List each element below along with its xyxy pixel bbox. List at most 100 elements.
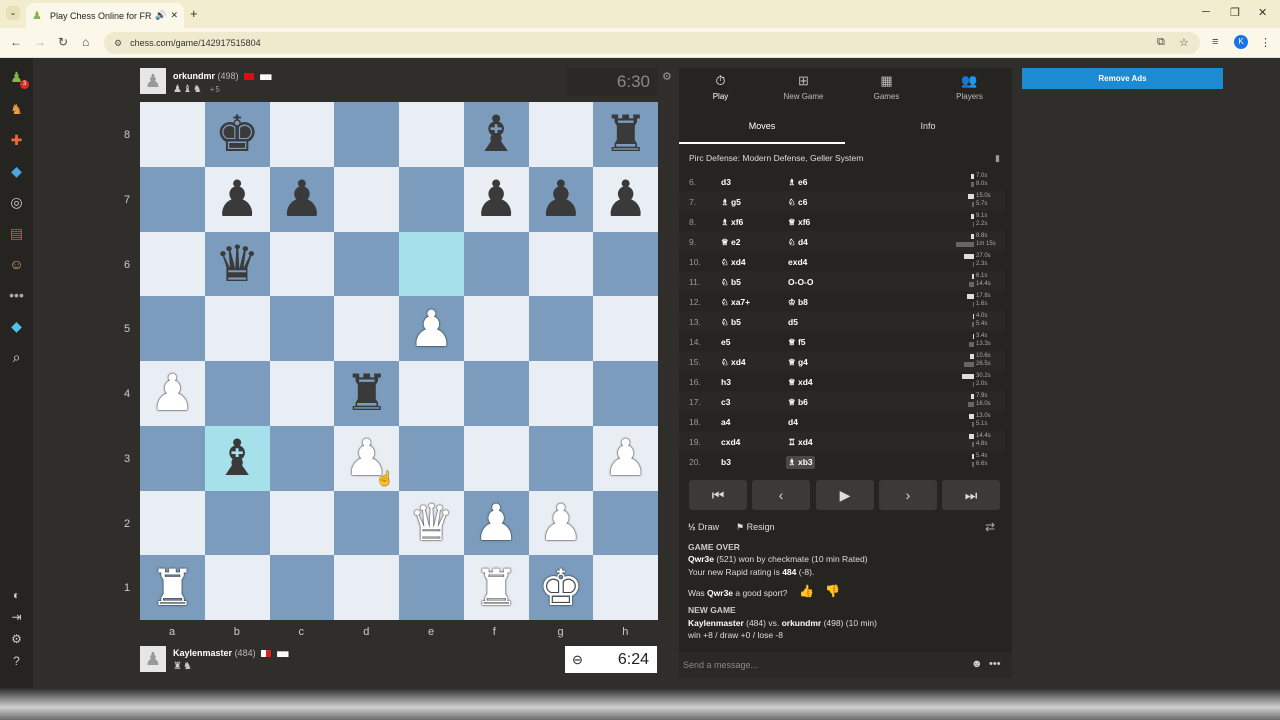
square-b4[interactable] <box>204 361 270 426</box>
square-b6[interactable]: ♛ <box>204 231 270 297</box>
square-c2[interactable] <box>269 490 335 556</box>
square-e7[interactable] <box>399 166 464 232</box>
square-c4[interactable] <box>269 361 335 426</box>
white-move[interactable]: e5 <box>721 337 730 347</box>
thumbs-up-icon[interactable]: 👍 <box>799 584 814 598</box>
square-g5[interactable] <box>528 296 594 361</box>
black-pawn-icon[interactable]: ♟ <box>215 174 260 224</box>
square-c3[interactable] <box>269 425 335 491</box>
white-move[interactable]: h3 <box>721 377 731 387</box>
browser-menu-icon[interactable]: ⋮ <box>1260 36 1271 49</box>
chess-board[interactable]: ♚ ♝ ♜ ♟ ♟ ♟ ♟ ♟ ♛ ♟ ♟ ♜ ♝ ♟ ♟ ♛ ♟ ♟ ♜ ♜ ♚ <box>140 102 658 620</box>
puzzles-icon[interactable]: ✚ <box>7 131 26 150</box>
black-move[interactable]: exd4 <box>788 257 807 267</box>
square-f7[interactable]: ♟ <box>463 166 529 232</box>
square-d2[interactable] <box>334 490 399 556</box>
chat-input[interactable]: Send a message... ☻ ••• <box>679 652 1012 678</box>
restore-icon[interactable]: ❐ <box>1230 6 1240 19</box>
square-e4[interactable] <box>399 361 464 426</box>
black-pawn-icon[interactable]: ♟ <box>603 174 648 224</box>
theme-toggle-icon[interactable]: ◐ <box>7 586 26 605</box>
new-game-player1[interactable]: Kaylenmaster <box>688 618 744 628</box>
square-d7[interactable] <box>334 166 399 232</box>
install-icon[interactable]: ⧉ <box>1157 36 1165 49</box>
profile-avatar[interactable]: K <box>1234 35 1248 49</box>
white-move[interactable]: c3 <box>721 397 730 407</box>
black-pawn-icon[interactable]: ♟ <box>538 174 583 224</box>
square-a1[interactable]: ♜ <box>140 555 205 620</box>
play-icon[interactable]: ♞ <box>7 100 26 119</box>
square-f8[interactable]: ♝ <box>463 102 529 167</box>
black-move[interactable]: ♘ c6 <box>788 197 807 208</box>
white-pawn-icon[interactable]: ♟ <box>538 498 583 548</box>
square-c6[interactable] <box>269 231 335 297</box>
black-pawn-icon[interactable]: ♟ <box>279 174 324 224</box>
play-moves-button[interactable]: ▶ <box>816 480 874 510</box>
black-pawn-icon[interactable]: ♟ <box>474 174 519 224</box>
subtab-info[interactable]: Info <box>845 114 1011 144</box>
square-b7[interactable]: ♟ <box>204 166 270 232</box>
white-move[interactable]: a4 <box>721 417 730 427</box>
white-pawn-icon[interactable]: ♟ <box>474 498 519 548</box>
square-h6[interactable] <box>593 231 658 297</box>
new-game-player2[interactable]: orkundmr <box>782 618 822 628</box>
browser-tab[interactable]: ♟ Play Chess Online for FREE 🔊 ✕ <box>26 3 184 28</box>
square-e1[interactable] <box>399 555 464 620</box>
black-move[interactable]: ♕ xf6 <box>788 217 810 228</box>
first-move-button[interactable]: ⏮ <box>689 480 747 510</box>
chat-more-icon[interactable]: ••• <box>989 658 1001 670</box>
square-e8[interactable] <box>399 102 464 167</box>
reload-icon[interactable]: ↻ <box>58 35 68 49</box>
watch-icon[interactable]: ◎ <box>7 193 26 212</box>
opening-book-icon[interactable]: ▮ <box>995 153 1000 164</box>
black-move[interactable]: O-O-O <box>788 277 814 287</box>
square-a7[interactable] <box>140 166 205 232</box>
square-g2[interactable]: ♟ <box>528 490 594 556</box>
new-tab-button[interactable]: + <box>190 6 198 21</box>
black-bishop-icon[interactable]: ♝ <box>215 433 260 483</box>
more-icon[interactable]: ••• <box>7 286 26 305</box>
square-c1[interactable] <box>269 555 335 620</box>
bookmark-star-icon[interactable]: ☆ <box>1179 36 1189 49</box>
square-f6[interactable] <box>463 231 529 297</box>
square-g6[interactable] <box>528 231 594 297</box>
square-e6[interactable] <box>399 231 464 297</box>
opening-name[interactable]: Pirc Defense: Modern Defense, Geller Sys… <box>689 153 863 163</box>
white-pawn-icon[interactable]: ♟ <box>409 304 454 354</box>
window-close-icon[interactable]: ✕ <box>1258 6 1267 19</box>
square-b5[interactable] <box>204 296 270 361</box>
next-move-button[interactable]: › <box>879 480 937 510</box>
white-king-icon[interactable]: ♚ <box>538 563 583 613</box>
white-move[interactable]: ♘ b5 <box>721 317 741 328</box>
black-king-icon[interactable]: ♚ <box>215 109 260 159</box>
black-queen-icon[interactable]: ♛ <box>215 239 260 289</box>
news-icon[interactable]: ▤ <box>7 224 26 243</box>
social-icon[interactable]: ☺ <box>7 255 26 274</box>
square-b1[interactable] <box>204 555 270 620</box>
white-move[interactable]: ♘ xd4 <box>721 357 746 368</box>
board-settings-gear-icon[interactable]: ⚙ <box>662 70 672 83</box>
black-move[interactable]: ♕ xd4 <box>788 377 813 388</box>
top-player-name-row[interactable]: orkundmr (498) ▮▮▮▮ <box>173 71 272 81</box>
square-h4[interactable] <box>593 361 658 426</box>
square-c7[interactable]: ♟ <box>269 166 335 232</box>
black-rook-icon[interactable]: ♜ <box>603 109 648 159</box>
square-g7[interactable]: ♟ <box>528 166 594 232</box>
square-g4[interactable] <box>528 361 594 426</box>
white-move[interactable]: ♗ g5 <box>721 197 741 208</box>
last-move-button[interactable]: ⏭ <box>942 480 1000 510</box>
square-d8[interactable] <box>334 102 399 167</box>
thumbs-down-icon[interactable]: 👎 <box>825 584 840 598</box>
tab-search-icon[interactable]: ⌄ <box>6 6 20 20</box>
square-e5[interactable]: ♟ <box>399 296 464 361</box>
winner-name[interactable]: Qwr3e <box>688 554 714 564</box>
square-b3[interactable]: ♝ <box>204 425 270 491</box>
square-g1[interactable]: ♚ <box>528 555 594 620</box>
white-pawn-icon[interactable]: ♟ <box>150 368 195 418</box>
bottom-player-name[interactable]: Kaylenmaster <box>173 648 232 658</box>
square-h8[interactable]: ♜ <box>593 102 658 167</box>
resign-button[interactable]: ⚑ Resign <box>736 522 775 533</box>
square-h7[interactable]: ♟ <box>593 166 658 232</box>
white-queen-icon[interactable]: ♛ <box>409 498 454 548</box>
emoji-icon[interactable]: ☻ <box>971 658 983 670</box>
